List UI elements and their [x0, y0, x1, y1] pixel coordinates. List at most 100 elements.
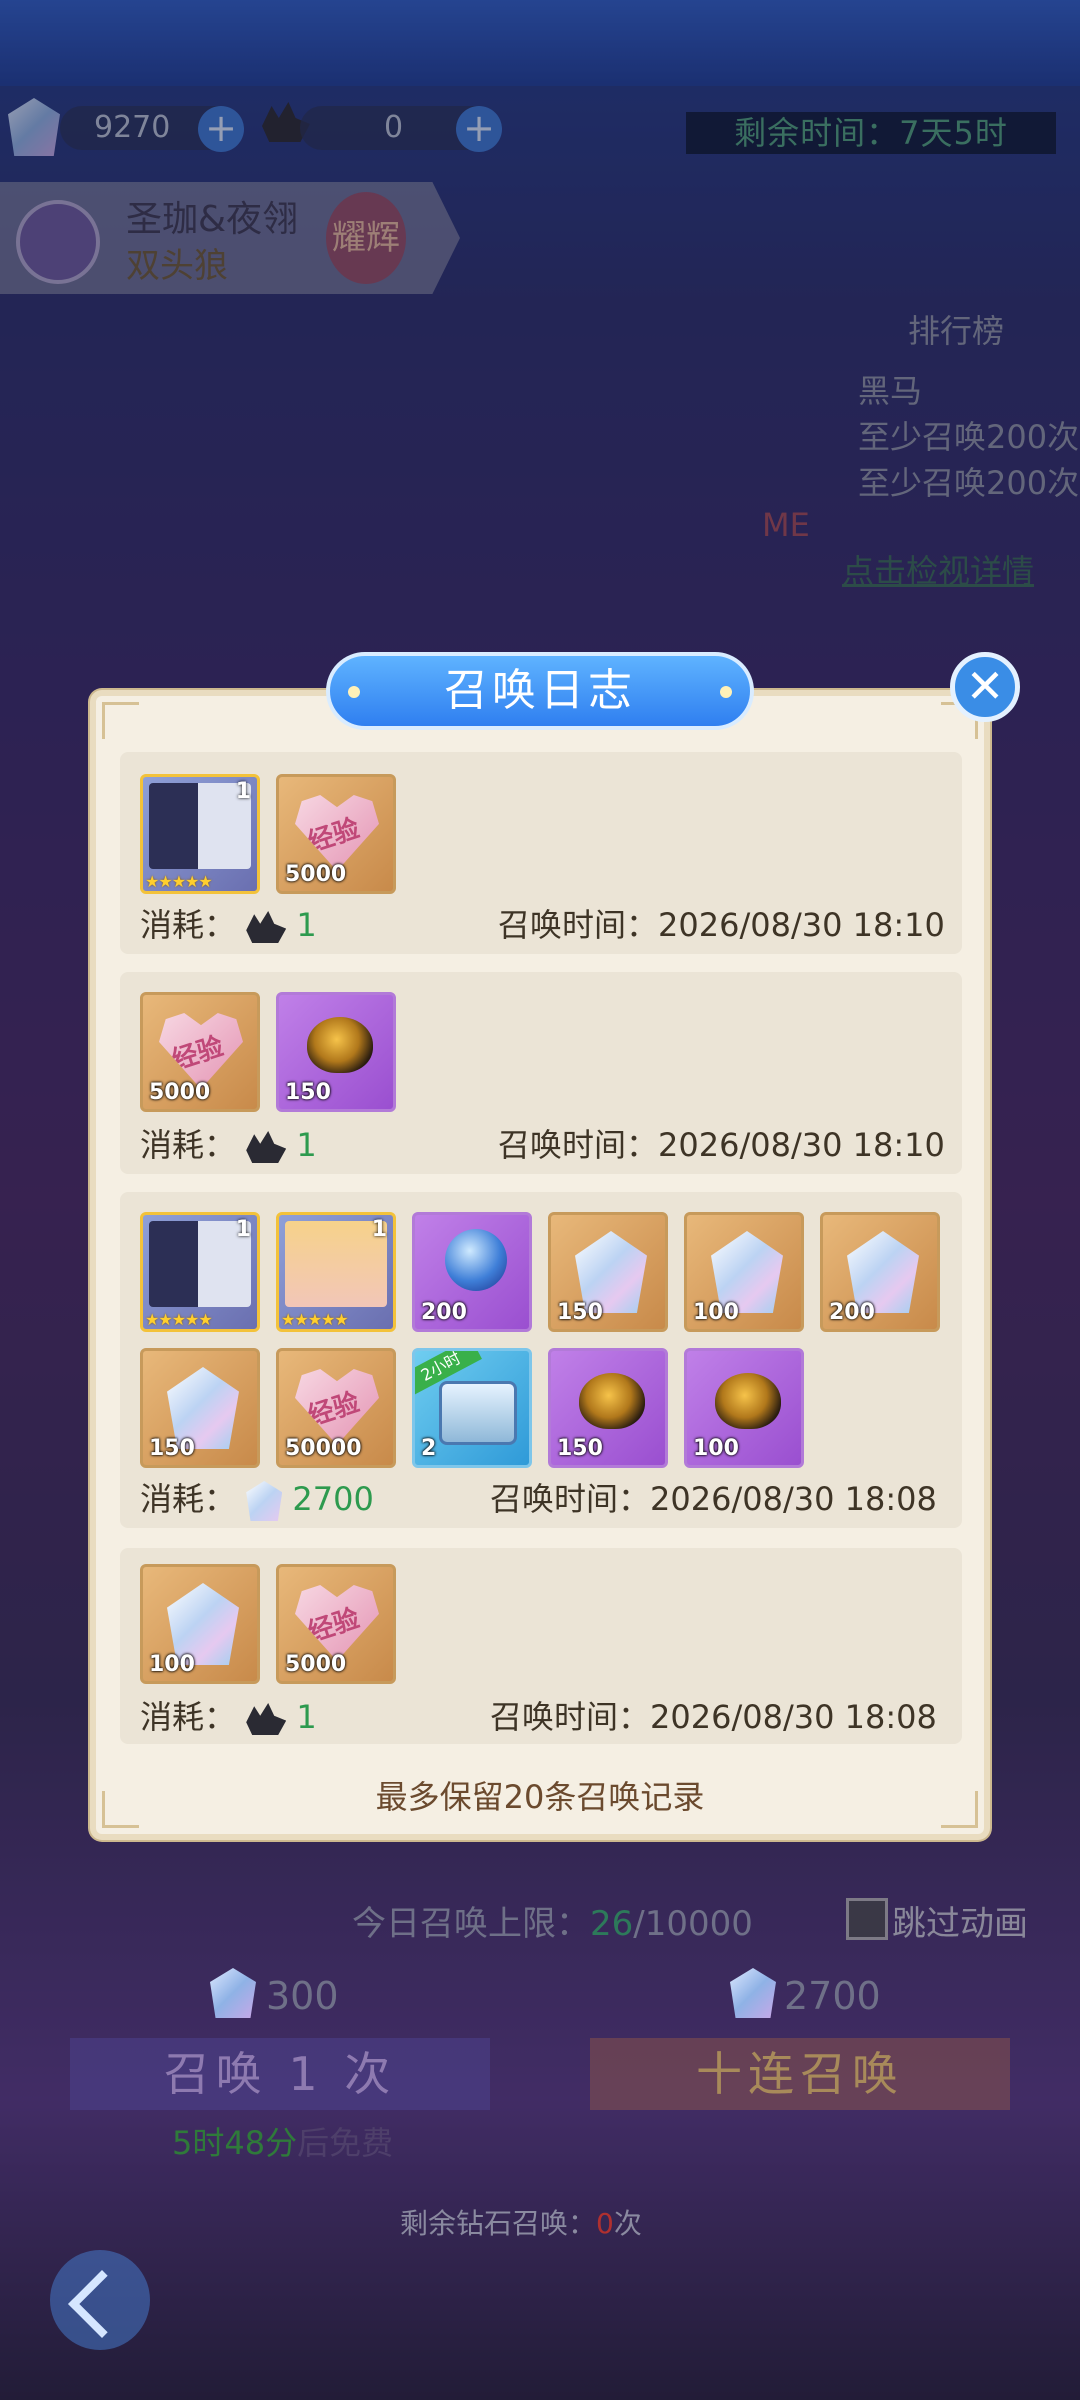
reward-stars: ★★★★★	[145, 1310, 213, 1329]
reward-level: 1	[371, 1217, 387, 1242]
wolf-ticket-icon	[246, 1131, 287, 1163]
reward-egg[interactable]: 100	[684, 1348, 804, 1468]
consume-label: 消耗：	[140, 1126, 237, 1164]
reward-character[interactable]: 1 ★★★★★	[276, 1212, 396, 1332]
skip-animation-label: 跳过动画	[892, 1904, 1028, 1944]
exp-heart-icon: 经验	[295, 1369, 379, 1445]
time-value: 2026/08/30 18:10	[658, 906, 945, 944]
reward-count: 150	[557, 1436, 603, 1461]
consume-label: 消耗：	[140, 906, 237, 944]
reward-level: 1	[235, 1217, 251, 1242]
title-dot-icon	[348, 686, 360, 698]
exp-heart-icon: 经验	[295, 795, 379, 871]
exp-heart-icon: 经验	[159, 1013, 243, 1089]
reward-chest[interactable]: 2小时 2	[412, 1348, 532, 1468]
egg-icon	[715, 1373, 781, 1429]
exp-label: 经验	[168, 1031, 228, 1077]
remaining-diamond-count: 0	[596, 2207, 614, 2240]
reward-count: 100	[693, 1300, 739, 1325]
free-timer-suffix: 后免费	[297, 2124, 394, 2162]
remaining-diamond-summons: 剩余钻石召唤：0次	[400, 2202, 642, 2242]
reward-exp[interactable]: 经验 5000	[276, 1564, 396, 1684]
ten-summon-button[interactable]: 十连召唤	[590, 2038, 1010, 2110]
wolf-ticket-icon	[246, 1703, 287, 1735]
reward-exp[interactable]: 经验 50000	[276, 1348, 396, 1468]
reward-character[interactable]: 1 ★★★★★	[140, 774, 260, 894]
reward-egg[interactable]: 150	[548, 1348, 668, 1468]
reward-count: 150	[557, 1300, 603, 1325]
daily-used: 26	[590, 1904, 634, 1944]
reward-count: 100	[693, 1436, 739, 1461]
dialog-corner-ornament	[102, 702, 139, 739]
time-value: 2026/08/30 18:10	[658, 1126, 945, 1164]
reward-count: 5000	[149, 1080, 211, 1105]
cost-value: 1	[296, 1126, 317, 1164]
dialog-title: 召唤日志	[326, 652, 754, 730]
ten-summon-cost-value: 2700	[784, 1974, 881, 2018]
reward-count: 150	[285, 1080, 331, 1105]
reward-crystal[interactable]: 200	[820, 1212, 940, 1332]
consume-label: 消耗：	[140, 1698, 237, 1736]
title-dot-icon	[720, 686, 732, 698]
reward-orb[interactable]: 200	[412, 1212, 532, 1332]
wolf-ticket-icon	[246, 911, 287, 943]
summon-once-button[interactable]: 召唤 1 次	[70, 2038, 490, 2110]
reward-count: 5000	[285, 862, 347, 887]
record-time: 召唤时间：2026/08/30 18:10	[498, 900, 945, 946]
reward-level: 1	[235, 779, 251, 804]
cost-value: 1	[296, 906, 317, 944]
exp-label: 经验	[304, 1387, 364, 1433]
record-cost: 消耗： 1	[140, 1120, 317, 1166]
remaining-diamond-label: 剩余钻石召唤：	[400, 2207, 597, 2240]
dialog-title-text: 召唤日志	[444, 665, 636, 716]
record-limit-note: 最多保留20条召唤记录	[375, 1778, 705, 1816]
consume-label: 消耗：	[140, 1480, 237, 1518]
egg-icon	[579, 1373, 645, 1429]
reward-character[interactable]: 1 ★★★★★	[140, 1212, 260, 1332]
exp-label: 经验	[304, 813, 364, 859]
skip-animation-checkbox[interactable]	[846, 1898, 888, 1940]
record-cost: 消耗： 1	[140, 1692, 317, 1738]
back-arrow-icon	[68, 2270, 136, 2338]
reward-count: 50000	[285, 1436, 362, 1461]
reward-crystal[interactable]: 100	[684, 1212, 804, 1332]
daily-limit-label: 今日召唤上限：	[352, 1904, 590, 1944]
summon-record: 1 ★★★★★ 1 ★★★★★ 200 150 100 200 150 经验 5…	[120, 1192, 962, 1528]
daily-limit: 今日召唤上限：26/10000	[352, 1896, 753, 1945]
summon-record: 1 ★★★★★ 经验 5000 消耗： 1 召唤时间：2026/08/30 18…	[120, 752, 962, 954]
record-time: 召唤时间：2026/08/30 18:08	[490, 1474, 937, 1520]
time-label: 召唤时间：	[498, 1126, 659, 1164]
reward-crystal[interactable]: 150	[140, 1348, 260, 1468]
summon-record: 100 经验 5000 消耗： 1 召唤时间：2026/08/30 18:08	[120, 1548, 962, 1744]
close-button[interactable]: ✕	[950, 652, 1020, 722]
reward-egg[interactable]: 150	[276, 992, 396, 1112]
reward-count: 150	[149, 1436, 195, 1461]
gem-icon	[246, 1481, 283, 1521]
summon-record: 经验 5000 150 消耗： 1 召唤时间：2026/08/30 18:10	[120, 972, 962, 1174]
reward-exp[interactable]: 经验 5000	[140, 992, 260, 1112]
reward-count: 200	[421, 1300, 467, 1325]
reward-count: 200	[829, 1300, 875, 1325]
time-label: 召唤时间：	[498, 906, 659, 944]
record-time: 召唤时间：2026/08/30 18:08	[490, 1692, 937, 1738]
cost-value: 2700	[292, 1480, 374, 1518]
reward-exp[interactable]: 经验 5000	[276, 774, 396, 894]
record-cost: 消耗： 2700	[140, 1474, 374, 1521]
treasure-chest-icon	[439, 1381, 517, 1445]
reward-count: 2	[421, 1436, 437, 1461]
crystal-ball-icon	[445, 1229, 507, 1291]
time-label: 召唤时间：	[490, 1480, 651, 1518]
time-label: 召唤时间：	[490, 1698, 651, 1736]
record-time: 召唤时间：2026/08/30 18:10	[498, 1120, 945, 1166]
time-value: 2026/08/30 18:08	[650, 1480, 937, 1518]
cost-value: 1	[296, 1698, 317, 1736]
daily-max: /10000	[633, 1904, 753, 1944]
back-button[interactable]	[50, 2250, 150, 2350]
reward-crystal[interactable]: 100	[140, 1564, 260, 1684]
free-timer-value: 5时48分	[172, 2124, 298, 2162]
reward-crystal[interactable]: 150	[548, 1212, 668, 1332]
reward-stars: ★★★★★	[281, 1310, 349, 1329]
reward-stars: ★★★★★	[145, 872, 213, 891]
reward-count: 100	[149, 1652, 195, 1677]
free-summon-timer: 5时48分后免费	[172, 2118, 393, 2164]
